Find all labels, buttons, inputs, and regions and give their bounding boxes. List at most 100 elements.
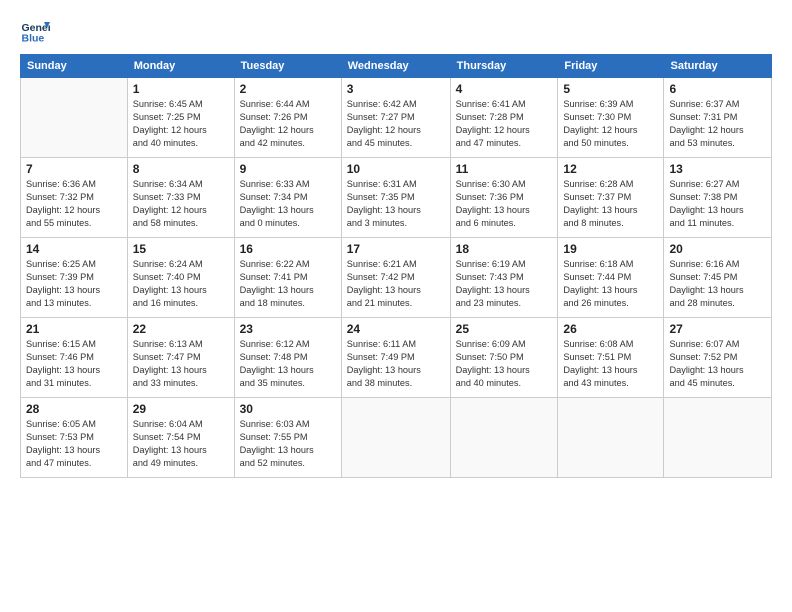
day-cell: 25Sunrise: 6:09 AM Sunset: 7:50 PM Dayli…: [450, 318, 558, 398]
day-cell: [558, 398, 664, 478]
day-cell: [341, 398, 450, 478]
day-number: 8: [133, 162, 229, 176]
day-cell: 14 Sunrise: 6:25 AM Sunset: 7:39 PM Dayli…: [21, 238, 128, 318]
logo-icon: General Blue: [20, 16, 50, 46]
week-row-4: 21Sunrise: 6:15 AM Sunset: 7:46 PM Dayli…: [21, 318, 772, 398]
day-info: Sunrise: 6:41 AM Sunset: 7:28 PM Dayligh…: [456, 98, 553, 150]
day-number: 17: [347, 242, 445, 256]
day-info: Sunrise: 6:16 AM Sunset: 7:45 PM Dayligh…: [669, 258, 766, 310]
day-info: Sunrise: 6:04 AM Sunset: 7:54 PM Dayligh…: [133, 418, 229, 470]
day-cell: 2 Sunrise: 6:44 AM Sunset: 7:26 PM Daylig…: [234, 78, 341, 158]
day-cell: 26 Sunrise: 6:08 AM Sunset: 7:51 PM Dayli…: [558, 318, 664, 398]
day-number: 15: [133, 242, 229, 256]
day-info: Sunrise: 6:44 AM Sunset: 7:26 PM Dayligh…: [240, 98, 336, 150]
day-cell: 15 Sunrise: 6:24 AM Sunset: 7:40 PM Dayli…: [127, 238, 234, 318]
day-cell: 23Sunrise: 6:12 AM Sunset: 7:48 PM Dayli…: [234, 318, 341, 398]
day-number: 2: [240, 82, 336, 96]
day-cell: [664, 398, 772, 478]
day-info: Sunrise: 6:12 AM Sunset: 7:48 PM Dayligh…: [240, 338, 336, 390]
day-info: Sunrise: 6:08 AM Sunset: 7:51 PM Dayligh…: [563, 338, 658, 390]
day-number: 24: [347, 322, 445, 336]
day-info: Sunrise: 6:19 AM Sunset: 7:43 PM Dayligh…: [456, 258, 553, 310]
day-cell: 10 Sunrise: 6:31 AM Sunset: 7:35 PM Dayli…: [341, 158, 450, 238]
day-cell: 4 Sunrise: 6:41 AM Sunset: 7:28 PM Daylig…: [450, 78, 558, 158]
day-number: 10: [347, 162, 445, 176]
day-cell: 20 Sunrise: 6:16 AM Sunset: 7:45 PM Dayli…: [664, 238, 772, 318]
day-info: Sunrise: 6:13 AM Sunset: 7:47 PM Dayligh…: [133, 338, 229, 390]
day-info: Sunrise: 6:21 AM Sunset: 7:42 PM Dayligh…: [347, 258, 445, 310]
day-cell: 5 Sunrise: 6:39 AM Sunset: 7:30 PM Daylig…: [558, 78, 664, 158]
day-cell: 22 Sunrise: 6:13 AM Sunset: 7:47 PM Dayli…: [127, 318, 234, 398]
day-cell: 28 Sunrise: 6:05 AM Sunset: 7:53 PM Dayli…: [21, 398, 128, 478]
day-number: 6: [669, 82, 766, 96]
day-cell: 3 Sunrise: 6:42 AM Sunset: 7:27 PM Daylig…: [341, 78, 450, 158]
day-number: 28: [26, 402, 122, 416]
day-cell: 27Sunrise: 6:07 AM Sunset: 7:52 PM Dayli…: [664, 318, 772, 398]
day-cell: 11 Sunrise: 6:30 AM Sunset: 7:36 PM Dayli…: [450, 158, 558, 238]
day-number: 20: [669, 242, 766, 256]
day-cell: 16 Sunrise: 6:22 AM Sunset: 7:41 PM Dayli…: [234, 238, 341, 318]
weekday-header-wednesday: Wednesday: [341, 55, 450, 78]
day-number: 14: [26, 242, 122, 256]
day-number: 30: [240, 402, 336, 416]
day-info: Sunrise: 6:27 AM Sunset: 7:38 PM Dayligh…: [669, 178, 766, 230]
calendar-table: SundayMondayTuesdayWednesdayThursdayFrid…: [20, 54, 772, 478]
day-cell: 13 Sunrise: 6:27 AM Sunset: 7:38 PM Dayli…: [664, 158, 772, 238]
logo: General Blue: [20, 16, 54, 46]
day-cell: 17 Sunrise: 6:21 AM Sunset: 7:42 PM Dayli…: [341, 238, 450, 318]
svg-text:Blue: Blue: [22, 33, 45, 45]
day-cell: 12Sunrise: 6:28 AM Sunset: 7:37 PM Dayli…: [558, 158, 664, 238]
day-cell: 8Sunrise: 6:34 AM Sunset: 7:33 PM Daylig…: [127, 158, 234, 238]
weekday-header-sunday: Sunday: [21, 55, 128, 78]
day-number: 18: [456, 242, 553, 256]
day-number: 3: [347, 82, 445, 96]
day-cell: [21, 78, 128, 158]
day-info: Sunrise: 6:11 AM Sunset: 7:49 PM Dayligh…: [347, 338, 445, 390]
day-info: Sunrise: 6:33 AM Sunset: 7:34 PM Dayligh…: [240, 178, 336, 230]
day-info: Sunrise: 6:36 AM Sunset: 7:32 PM Dayligh…: [26, 178, 122, 230]
day-cell: 29 Sunrise: 6:04 AM Sunset: 7:54 PM Dayli…: [127, 398, 234, 478]
weekday-header-friday: Friday: [558, 55, 664, 78]
day-info: Sunrise: 6:15 AM Sunset: 7:46 PM Dayligh…: [26, 338, 122, 390]
day-info: Sunrise: 6:42 AM Sunset: 7:27 PM Dayligh…: [347, 98, 445, 150]
day-number: 12: [563, 162, 658, 176]
day-cell: 18 Sunrise: 6:19 AM Sunset: 7:43 PM Dayli…: [450, 238, 558, 318]
day-cell: 24 Sunrise: 6:11 AM Sunset: 7:49 PM Dayli…: [341, 318, 450, 398]
day-info: Sunrise: 6:31 AM Sunset: 7:35 PM Dayligh…: [347, 178, 445, 230]
day-cell: 9Sunrise: 6:33 AM Sunset: 7:34 PM Daylig…: [234, 158, 341, 238]
day-number: 22: [133, 322, 229, 336]
day-number: 11: [456, 162, 553, 176]
day-info: Sunrise: 6:18 AM Sunset: 7:44 PM Dayligh…: [563, 258, 658, 310]
day-cell: [450, 398, 558, 478]
day-number: 26: [563, 322, 658, 336]
day-number: 16: [240, 242, 336, 256]
day-info: Sunrise: 6:39 AM Sunset: 7:30 PM Dayligh…: [563, 98, 658, 150]
day-info: Sunrise: 6:30 AM Sunset: 7:36 PM Dayligh…: [456, 178, 553, 230]
day-cell: 1Sunrise: 6:45 AM Sunset: 7:25 PM Daylig…: [127, 78, 234, 158]
weekday-header-saturday: Saturday: [664, 55, 772, 78]
day-number: 13: [669, 162, 766, 176]
day-number: 29: [133, 402, 229, 416]
day-cell: 21Sunrise: 6:15 AM Sunset: 7:46 PM Dayli…: [21, 318, 128, 398]
day-info: Sunrise: 6:05 AM Sunset: 7:53 PM Dayligh…: [26, 418, 122, 470]
day-cell: 6Sunrise: 6:37 AM Sunset: 7:31 PM Daylig…: [664, 78, 772, 158]
weekday-header-tuesday: Tuesday: [234, 55, 341, 78]
day-info: Sunrise: 6:09 AM Sunset: 7:50 PM Dayligh…: [456, 338, 553, 390]
week-row-2: 7Sunrise: 6:36 AM Sunset: 7:32 PM Daylig…: [21, 158, 772, 238]
calendar-page: General Blue SundayMondayTuesdayWednesda…: [0, 0, 792, 612]
day-number: 5: [563, 82, 658, 96]
weekday-header-monday: Monday: [127, 55, 234, 78]
day-info: Sunrise: 6:22 AM Sunset: 7:41 PM Dayligh…: [240, 258, 336, 310]
day-cell: 7Sunrise: 6:36 AM Sunset: 7:32 PM Daylig…: [21, 158, 128, 238]
week-row-3: 14 Sunrise: 6:25 AM Sunset: 7:39 PM Dayli…: [21, 238, 772, 318]
weekday-header-thursday: Thursday: [450, 55, 558, 78]
day-cell: 30 Sunrise: 6:03 AM Sunset: 7:55 PM Dayli…: [234, 398, 341, 478]
week-row-1: 1Sunrise: 6:45 AM Sunset: 7:25 PM Daylig…: [21, 78, 772, 158]
day-info: Sunrise: 6:03 AM Sunset: 7:55 PM Dayligh…: [240, 418, 336, 470]
day-cell: 19 Sunrise: 6:18 AM Sunset: 7:44 PM Dayli…: [558, 238, 664, 318]
day-info: Sunrise: 6:24 AM Sunset: 7:40 PM Dayligh…: [133, 258, 229, 310]
day-number: 19: [563, 242, 658, 256]
day-info: Sunrise: 6:25 AM Sunset: 7:39 PM Dayligh…: [26, 258, 122, 310]
day-number: 27: [669, 322, 766, 336]
day-number: 4: [456, 82, 553, 96]
